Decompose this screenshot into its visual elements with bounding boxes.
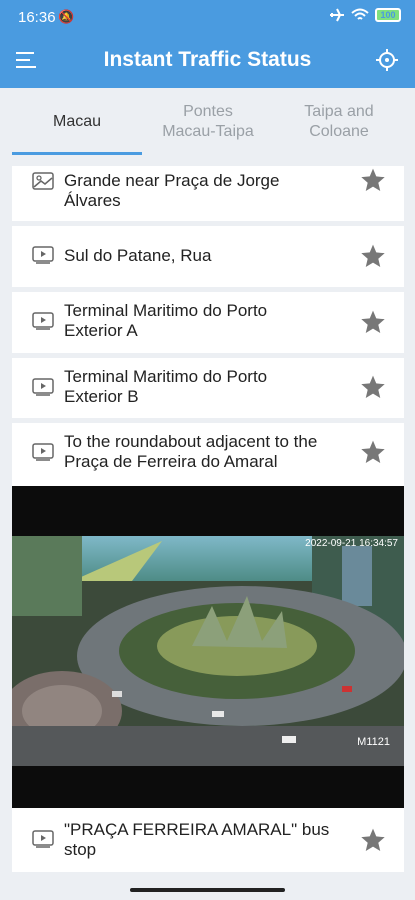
tab-label: Macau — [52, 113, 102, 130]
list-item-line2: stop — [64, 840, 97, 859]
list-item[interactable]: To the roundabout adjacent to the Praça … — [12, 423, 404, 486]
status-time: 16:36 — [18, 9, 56, 26]
list-item-text: "PRAÇA FERREIRA AMARAL" bus stop — [64, 820, 352, 860]
video-icon — [32, 312, 54, 330]
app-bar: Instant Traffic Status — [0, 36, 415, 88]
traffic-camera-image[interactable]: 2022-09-21 16:34:57 M1121 — [12, 486, 404, 808]
list-item-line1: Terminal Maritimo do Porto — [64, 367, 268, 386]
video-icon — [32, 830, 54, 848]
star-icon[interactable] — [360, 827, 386, 853]
status-icons: 100 — [329, 8, 401, 22]
video-icon — [32, 246, 54, 264]
camera-scene — [12, 536, 404, 766]
list-item-text: Terminal Maritimo do Porto Exterior A — [64, 301, 352, 341]
battery-icon: 100 — [375, 8, 401, 22]
camera-id: M1121 — [357, 736, 390, 748]
tab-label: Taipa and Coloane — [304, 103, 374, 140]
tab-indicator — [12, 152, 142, 155]
list-item-line1: "PRAÇA FERREIRA AMARAL" bus — [64, 820, 330, 839]
list-item-line1: Sul do Patane, Rua — [64, 246, 212, 265]
list-item[interactable]: Grande near Praça de Jorge Álvares — [12, 166, 404, 221]
app-title: Instant Traffic Status — [103, 48, 312, 71]
star-icon[interactable] — [360, 309, 386, 335]
tab-bar: Macau Pontes Macau-Taipa Taipa and Coloa… — [0, 88, 415, 156]
airplane-icon — [330, 8, 344, 22]
list-item-line2: Álvares — [64, 191, 121, 210]
wifi-icon — [351, 8, 369, 20]
tab-macau[interactable]: Macau — [12, 88, 142, 156]
list-item-line2: Praça de Ferreira do Amaral — [64, 452, 278, 471]
list-item[interactable]: Sul do Patane, Rua — [12, 226, 404, 287]
status-bar: 16:36 🔕 100 — [0, 0, 415, 36]
image-icon — [32, 172, 54, 190]
list-item[interactable]: Terminal Maritimo do Porto Exterior B — [12, 358, 404, 418]
locate-icon[interactable] — [375, 48, 399, 72]
list-item-line2: Exterior A — [64, 321, 138, 340]
list-item-text: To the roundabout adjacent to the Praça … — [64, 432, 352, 472]
video-icon — [32, 443, 54, 461]
video-icon — [32, 378, 54, 396]
star-icon[interactable] — [360, 243, 386, 269]
list-item[interactable]: "PRAÇA FERREIRA AMARAL" bus stop — [12, 808, 404, 872]
list-item-line1: To the roundabout adjacent to the — [64, 432, 318, 451]
list-item-line1: Grande near Praça de Jorge — [64, 171, 280, 190]
list-item-line1: Terminal Maritimo do Porto — [64, 301, 268, 320]
list-item-line2: Exterior B — [64, 387, 139, 406]
home-indicator[interactable] — [130, 888, 285, 892]
mute-icon: 🔕 — [58, 9, 75, 24]
star-icon[interactable] — [360, 439, 386, 465]
list-item-text: Sul do Patane, Rua — [64, 246, 352, 266]
star-icon[interactable] — [360, 374, 386, 400]
camera-timestamp: 2022-09-21 16:34:57 — [305, 538, 398, 549]
list-item-text: Grande near Praça de Jorge Álvares — [64, 171, 352, 211]
list-item-text: Terminal Maritimo do Porto Exterior B — [64, 367, 352, 407]
star-icon[interactable] — [360, 167, 386, 193]
tab-label: Pontes Macau-Taipa — [162, 103, 254, 140]
tab-taipa-coloane[interactable]: Taipa and Coloane — [274, 88, 404, 156]
list-item[interactable]: Terminal Maritimo do Porto Exterior A — [12, 292, 404, 353]
tab-pontes[interactable]: Pontes Macau-Taipa — [142, 88, 274, 156]
